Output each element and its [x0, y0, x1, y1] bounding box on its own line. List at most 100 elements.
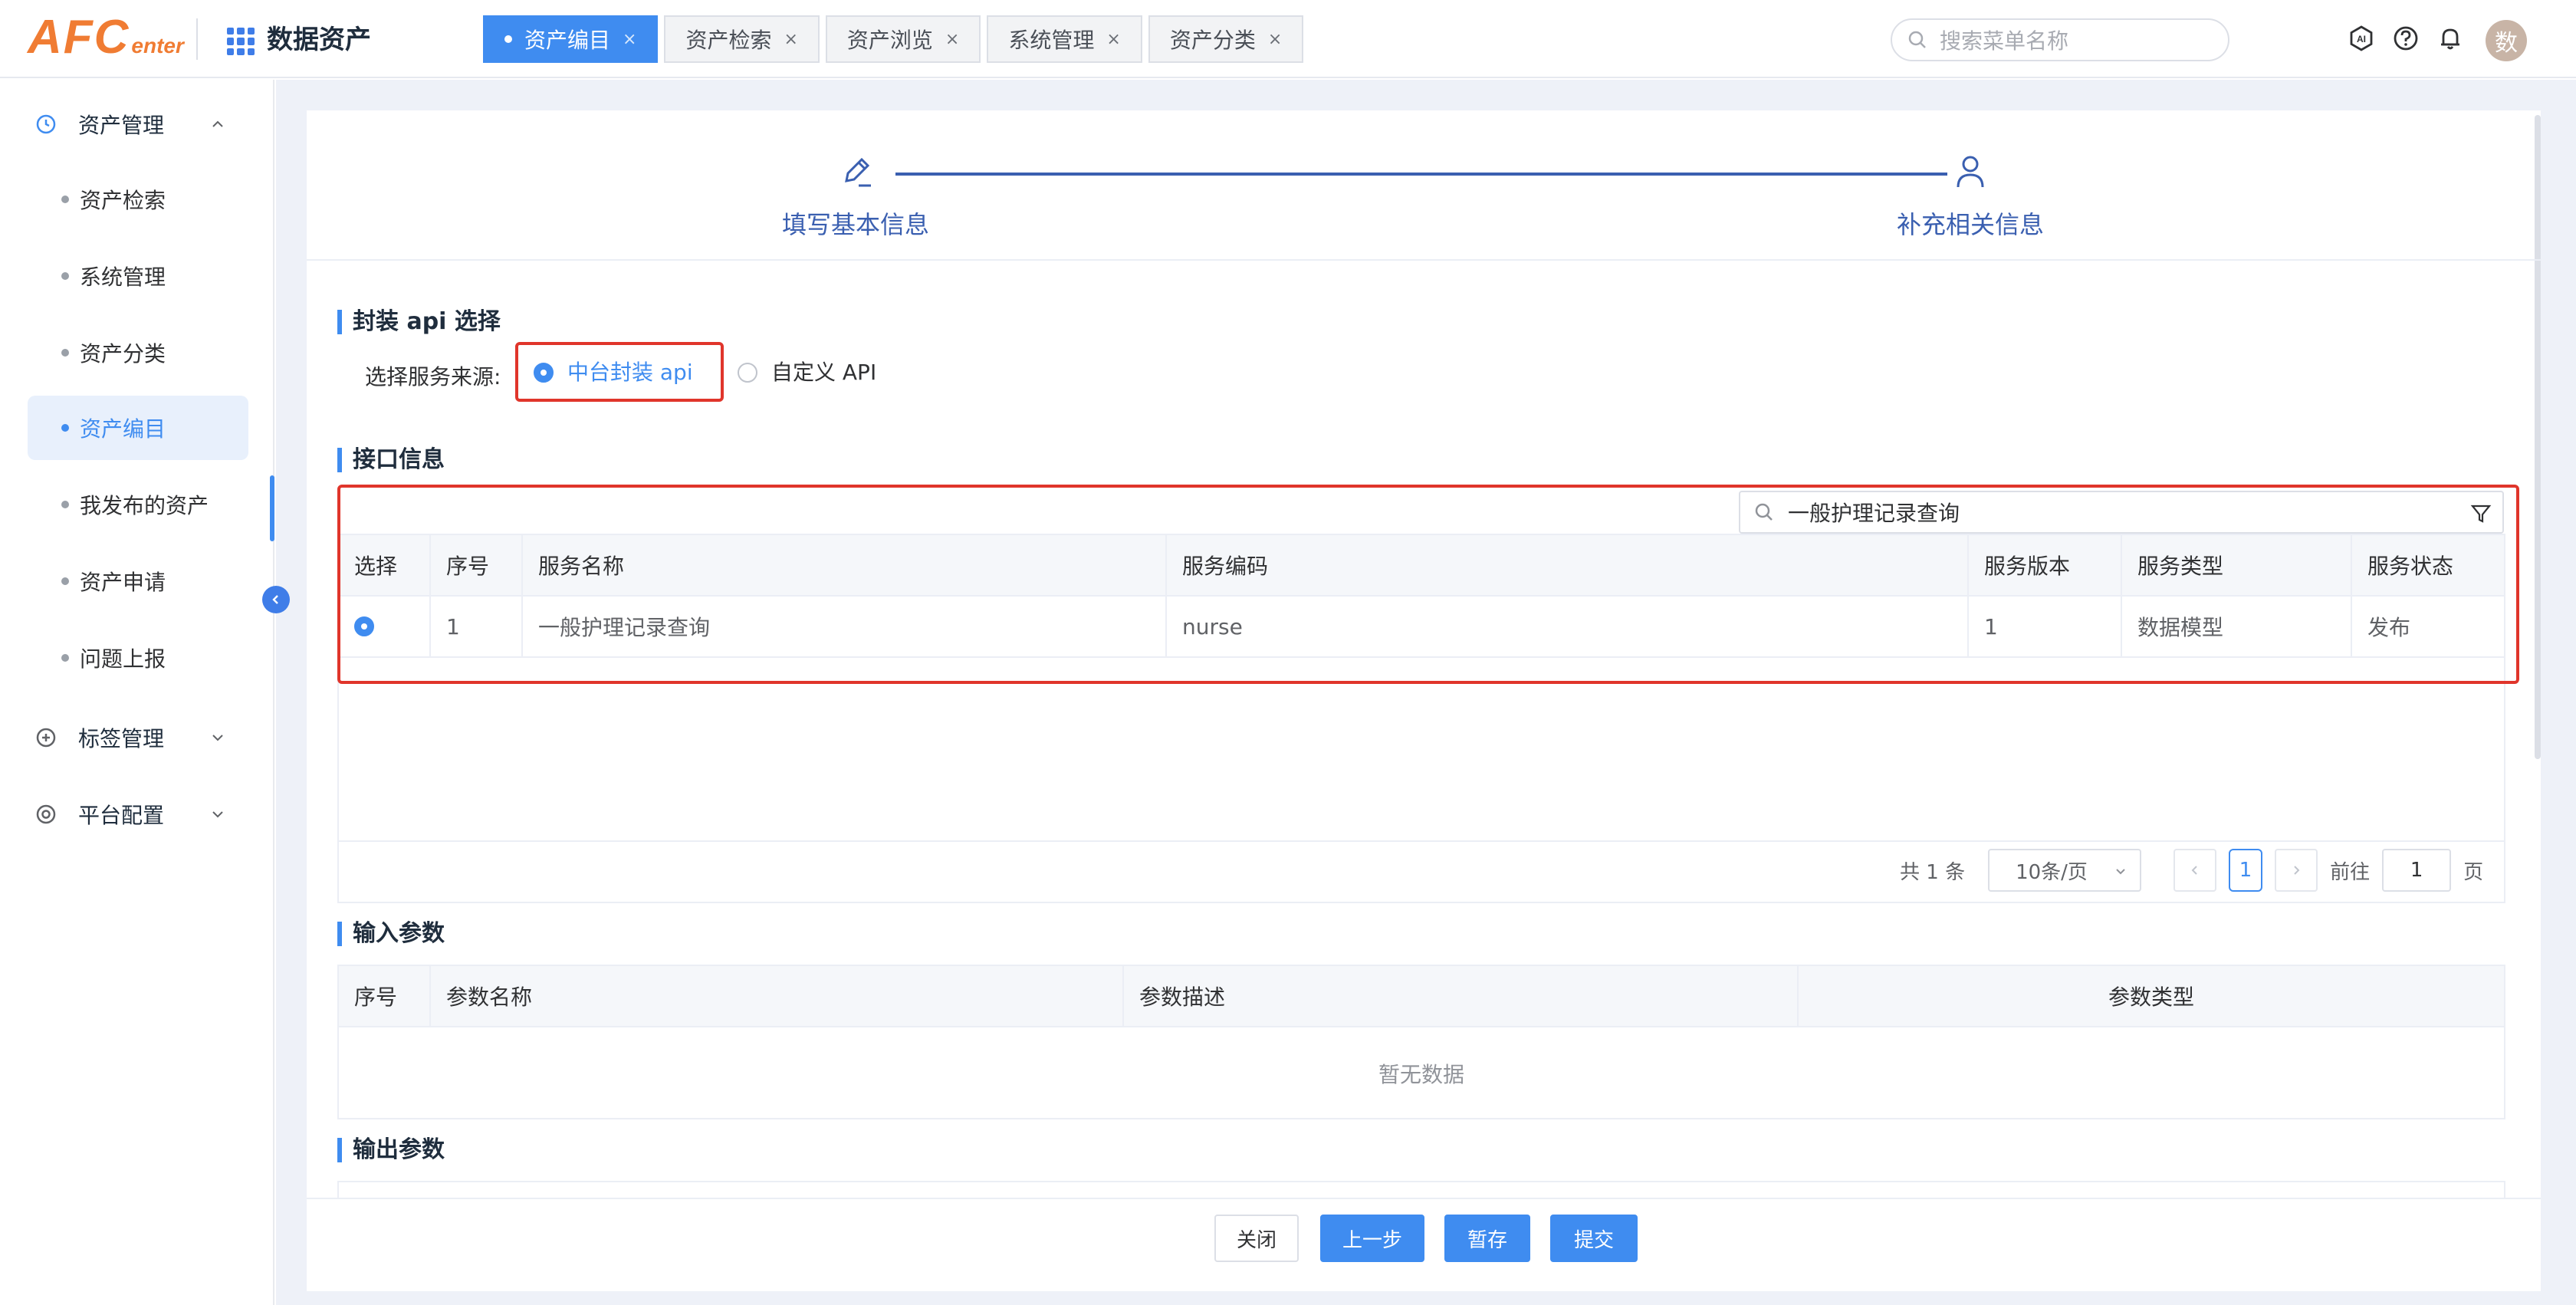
sidebar-item-asset-category[interactable]: 资产分类	[28, 320, 248, 385]
tab-asset-browse[interactable]: 资产浏览 ×	[825, 15, 981, 63]
close-icon[interactable]: ×	[945, 30, 959, 49]
radio-platform-api[interactable]: 中台封装 api	[534, 357, 693, 388]
save-draft-button[interactable]: 暂存	[1444, 1215, 1530, 1262]
pen-icon	[845, 157, 871, 187]
page-unit-label: 页	[2463, 860, 2484, 884]
radio-circle	[534, 363, 554, 383]
search-icon	[1908, 31, 1926, 48]
section-title-output-params: 输出参数	[337, 1135, 445, 1165]
top-header: AFC enter 数据资产 资产编目 × 资产检索 × 资产浏览 × 系统管理…	[0, 0, 2576, 78]
collapse-sidebar-button[interactable]	[262, 586, 290, 613]
bell-icon[interactable]	[2435, 23, 2466, 54]
sidebar-item-asset-catalog[interactable]: 资产编目	[28, 396, 248, 460]
scrollbar[interactable]	[2535, 115, 2541, 759]
section-title-interface: 接口信息	[337, 445, 445, 475]
sidebar-item-asset-application[interactable]: 资产申请	[28, 549, 248, 613]
clock-icon	[34, 112, 58, 136]
tab-asset-search[interactable]: 资产检索 ×	[664, 15, 820, 63]
header-divider	[196, 18, 198, 60]
prev-page-button[interactable]	[2174, 849, 2217, 892]
close-icon[interactable]: ×	[784, 30, 797, 49]
goto-page-input[interactable]: 1	[2382, 849, 2452, 892]
step-basic-info: 填写基本信息	[782, 152, 929, 241]
bullet-icon	[61, 272, 69, 280]
tab-system-management[interactable]: 系统管理 ×	[987, 15, 1142, 63]
logo-main: AFC	[28, 11, 130, 64]
svg-text:AI: AI	[2357, 34, 2366, 44]
column-header: 参数类型	[2108, 985, 2194, 1010]
sidebar-item-label: 资产分类	[80, 341, 166, 367]
sidebar-item-system-management[interactable]: 系统管理	[28, 244, 248, 308]
chevron-down-icon	[2116, 869, 2125, 875]
sidebar-item-label: 系统管理	[80, 265, 166, 290]
logo-sub: enter	[131, 34, 184, 58]
tab-asset-catalog[interactable]: 资产编目 ×	[483, 15, 659, 63]
chevron-left-icon	[2191, 866, 2197, 875]
sidebar: 资产管理 资产检索 系统管理 资产分类 资产编目 我发布的资产 资产申请 问题上…	[0, 80, 274, 1305]
output-params-table	[337, 1181, 2505, 1199]
sidebar-group-label: 标签管理	[78, 726, 165, 751]
close-button[interactable]: 关闭	[1214, 1215, 1299, 1262]
sidebar-item-asset-search[interactable]: 资产检索	[28, 167, 248, 232]
bullet-icon	[61, 424, 69, 432]
user-icon	[1957, 156, 1984, 188]
sidebar-item-issue-report[interactable]: 问题上报	[28, 626, 248, 690]
tab-label: 资产编目	[524, 28, 611, 53]
page-number-button[interactable]: 1	[2229, 849, 2263, 892]
column-header: 参数名称	[431, 966, 1124, 1026]
app-title: 数据资产	[267, 25, 371, 55]
radio-custom-api[interactable]: 自定义 API	[738, 357, 876, 388]
afc-logo[interactable]: AFC enter	[28, 11, 184, 64]
steps-connector	[895, 173, 1947, 176]
help-icon[interactable]	[2390, 23, 2421, 54]
ai-icon[interactable]: AI	[2346, 23, 2377, 54]
prev-step-button[interactable]: 上一步	[1320, 1215, 1424, 1262]
close-icon[interactable]: ×	[1106, 30, 1120, 49]
page-size-select[interactable]: 10条/页	[1988, 849, 2142, 892]
sidebar-group-tag-management[interactable]: 标签管理	[0, 707, 274, 768]
apps-grid-icon[interactable]	[227, 28, 255, 55]
next-page-button[interactable]	[2275, 849, 2318, 892]
plus-circle-icon	[34, 725, 58, 750]
bullet-icon	[61, 196, 69, 203]
steps-divider	[307, 259, 2541, 261]
radio-circle	[738, 363, 757, 383]
active-indicator	[270, 475, 274, 541]
radio-label: 中台封装 api	[567, 360, 693, 385]
sidebar-group-asset-management[interactable]: 资产管理	[0, 94, 274, 155]
chevron-down-icon	[212, 735, 223, 741]
close-icon[interactable]: ×	[623, 30, 636, 49]
avatar[interactable]: 数	[2486, 20, 2527, 61]
section-title-input-params: 输入参数	[337, 919, 445, 949]
submit-button[interactable]: 提交	[1550, 1215, 1638, 1262]
highlight-box	[337, 485, 2519, 684]
section-title-api: 封装 api 选择	[337, 307, 501, 337]
chevron-down-icon	[212, 811, 223, 818]
chevron-right-icon	[2294, 866, 2300, 875]
active-dot-icon	[504, 35, 512, 43]
menu-search-input[interactable]: 搜索菜单名称	[1891, 18, 2229, 61]
step-label: 填写基本信息	[782, 210, 930, 239]
tab-label: 资产浏览	[846, 28, 933, 53]
close-icon[interactable]: ×	[1268, 30, 1282, 49]
sidebar-item-label: 资产编目	[80, 416, 166, 442]
empty-text: 暂无数据	[1378, 1062, 1465, 1087]
sidebar-group-platform-config[interactable]: 平台配置	[0, 784, 274, 845]
step-label: 补充相关信息	[1897, 210, 2045, 239]
bullet-icon	[61, 577, 69, 585]
bullet-icon	[61, 349, 69, 357]
service-source-label: 选择服务来源:	[365, 364, 501, 390]
input-params-table: 序号 参数名称 参数描述 参数类型	[337, 965, 2505, 1119]
sidebar-item-my-published-assets[interactable]: 我发布的资产	[28, 472, 248, 537]
chevron-left-icon	[272, 595, 278, 604]
pager-divider	[339, 840, 2504, 842]
column-header: 参数描述	[1124, 966, 1799, 1026]
sidebar-group-label: 资产管理	[78, 113, 165, 138]
column-header: 序号	[339, 966, 431, 1026]
tab-label: 资产分类	[1169, 28, 1256, 53]
tab-asset-category[interactable]: 资产分类 ×	[1148, 15, 1304, 63]
sidebar-item-label: 问题上报	[80, 646, 166, 672]
tab-label: 资产检索	[685, 28, 772, 53]
total-count: 共 1 条	[1900, 860, 1966, 884]
header-icons: AI	[2346, 23, 2466, 54]
